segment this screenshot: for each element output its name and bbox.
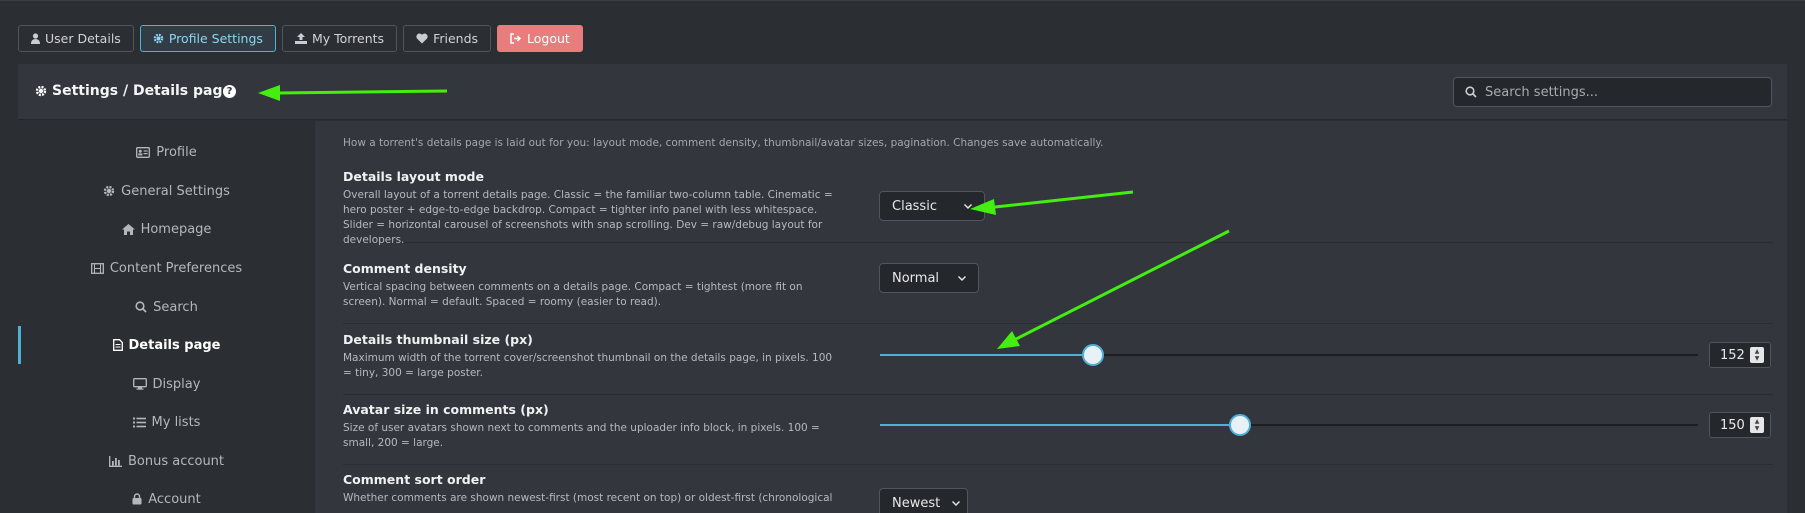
sidebar-item-display[interactable]: Display	[18, 369, 315, 399]
logout-icon	[510, 33, 522, 44]
slider-fill	[880, 424, 1240, 426]
number-spinner[interactable]: ▲ ▼	[1750, 347, 1764, 363]
tab-label: Logout	[527, 31, 570, 46]
sidebar-item-label: Homepage	[140, 221, 212, 237]
chevron-down-icon	[958, 275, 966, 281]
setting-description: Overall layout of a torrent details page…	[343, 189, 833, 246]
sidebar-item-label: Profile	[156, 144, 197, 160]
setting-row-thumbnail-size: Details thumbnail size (px) Maximum widt…	[343, 332, 1773, 395]
setting-row-avatar-size: Avatar size in comments (px) Size of use…	[343, 402, 1773, 465]
tab-my-torrents[interactable]: My Torrents	[281, 25, 398, 52]
page-title-text: Settings / Details page	[52, 83, 232, 99]
help-icon[interactable]: ?	[223, 85, 236, 98]
gear-icon	[103, 185, 115, 197]
tab-friends[interactable]: Friends	[403, 25, 492, 52]
home-icon	[121, 223, 135, 235]
tab-logout[interactable]: Logout	[497, 25, 583, 52]
top-border	[0, 0, 1805, 1]
setting-title: Details layout mode	[343, 169, 484, 184]
file-icon	[112, 339, 123, 351]
tab-user-details[interactable]: User Details	[18, 25, 134, 52]
comment-density-select[interactable]: Normal	[879, 263, 979, 293]
setting-row-comment-density: Comment density Vertical spacing between…	[343, 261, 1773, 324]
setting-description: Vertical spacing between comments on a d…	[343, 281, 803, 308]
select-value: Classic	[892, 198, 937, 214]
thumbnail-size-slider[interactable]	[880, 344, 1698, 366]
lock-icon	[132, 493, 142, 505]
page-title: Settings / Details page	[35, 83, 232, 99]
film-icon	[90, 262, 104, 274]
layout-mode-select[interactable]: Classic	[879, 191, 985, 221]
search-icon	[1465, 86, 1477, 98]
sidebar-item-bonus-account[interactable]: Bonus account	[18, 446, 315, 476]
setting-description: Size of user avatars shown next to comme…	[343, 422, 820, 449]
select-value: Newest	[892, 495, 941, 511]
sidebar-item-profile[interactable]: Profile	[18, 137, 315, 167]
tab-profile-settings[interactable]: Profile Settings	[139, 25, 276, 52]
chevron-down-icon	[964, 203, 972, 209]
setting-row-sort-order: Comment sort order Whether comments are …	[343, 472, 1773, 513]
number-value: 152	[1720, 347, 1745, 363]
monitor-icon	[132, 378, 147, 390]
sidebar-item-content-preferences[interactable]: Content Preferences	[18, 253, 315, 283]
spin-up-icon: ▲	[1754, 348, 1760, 355]
spin-up-icon: ▲	[1754, 418, 1760, 425]
sidebar-item-homepage[interactable]: Homepage	[18, 214, 315, 244]
sidebar-item-label: Account	[148, 491, 201, 507]
slider-thumb[interactable]	[1228, 414, 1251, 436]
tab-label: Profile Settings	[168, 31, 263, 46]
sidebar-item-account[interactable]: Account	[18, 484, 315, 513]
search-icon	[135, 301, 147, 313]
slider-fill	[880, 354, 1093, 356]
sidebar-item-label: Details page	[128, 337, 221, 353]
search-input[interactable]	[1485, 84, 1755, 100]
chevron-down-icon	[952, 500, 961, 506]
sidebar-item-label: Bonus account	[127, 453, 225, 469]
settings-panel: How a torrent's details page is laid out…	[315, 121, 1787, 513]
user-icon	[31, 33, 40, 44]
sidebar-item-label: My lists	[151, 414, 201, 430]
heart-icon	[416, 33, 428, 44]
sidebar-item-label: Content Preferences	[109, 260, 243, 276]
slider-thumb[interactable]	[1081, 344, 1104, 366]
section-intro: How a torrent's details page is laid out…	[343, 137, 1104, 149]
tab-label: Friends	[433, 31, 479, 46]
sidebar-item-my-lists[interactable]: My lists	[18, 407, 315, 437]
tab-label: User Details	[45, 31, 121, 46]
id-card-icon	[136, 146, 151, 158]
number-value: 150	[1720, 417, 1745, 433]
upload-icon	[294, 33, 307, 44]
account-tabs: User Details Profile Settings My Torrent…	[18, 25, 583, 52]
spin-down-icon: ▼	[1754, 425, 1760, 432]
thumbnail-size-input[interactable]: 152 ▲ ▼	[1709, 342, 1771, 368]
settings-header: Settings / Details page ?	[18, 64, 1787, 120]
gear-icon	[153, 33, 164, 44]
avatar-size-slider[interactable]	[880, 414, 1698, 436]
tab-label: My Torrents	[311, 31, 385, 46]
settings-sidebar: Profile General Settings Homepage Conten…	[18, 121, 315, 513]
list-icon	[132, 417, 146, 428]
sidebar-item-label: General Settings	[121, 183, 230, 199]
spin-down-icon: ▼	[1754, 355, 1760, 362]
sidebar-item-details-page[interactable]: Details page	[18, 330, 315, 360]
setting-title: Comment density	[343, 261, 467, 276]
setting-description: Whether comments are shown newest-first …	[343, 492, 833, 504]
gear-icon	[35, 85, 47, 97]
sidebar-item-search[interactable]: Search	[18, 292, 315, 322]
sort-order-select[interactable]: Newest	[879, 488, 968, 513]
bar-chart-icon	[109, 455, 122, 467]
sidebar-item-general-settings[interactable]: General Settings	[18, 176, 315, 206]
avatar-size-input[interactable]: 150 ▲ ▼	[1709, 412, 1771, 438]
sidebar-item-label: Display	[152, 376, 201, 392]
select-value: Normal	[892, 270, 940, 286]
setting-row-layout-mode: Details layout mode Overall layout of a …	[343, 169, 1773, 246]
sidebar-item-label: Search	[153, 299, 198, 315]
setting-description: Maximum width of the torrent cover/scree…	[343, 352, 833, 379]
setting-title: Comment sort order	[343, 472, 486, 487]
number-spinner[interactable]: ▲ ▼	[1750, 417, 1764, 433]
settings-search[interactable]	[1453, 77, 1772, 107]
